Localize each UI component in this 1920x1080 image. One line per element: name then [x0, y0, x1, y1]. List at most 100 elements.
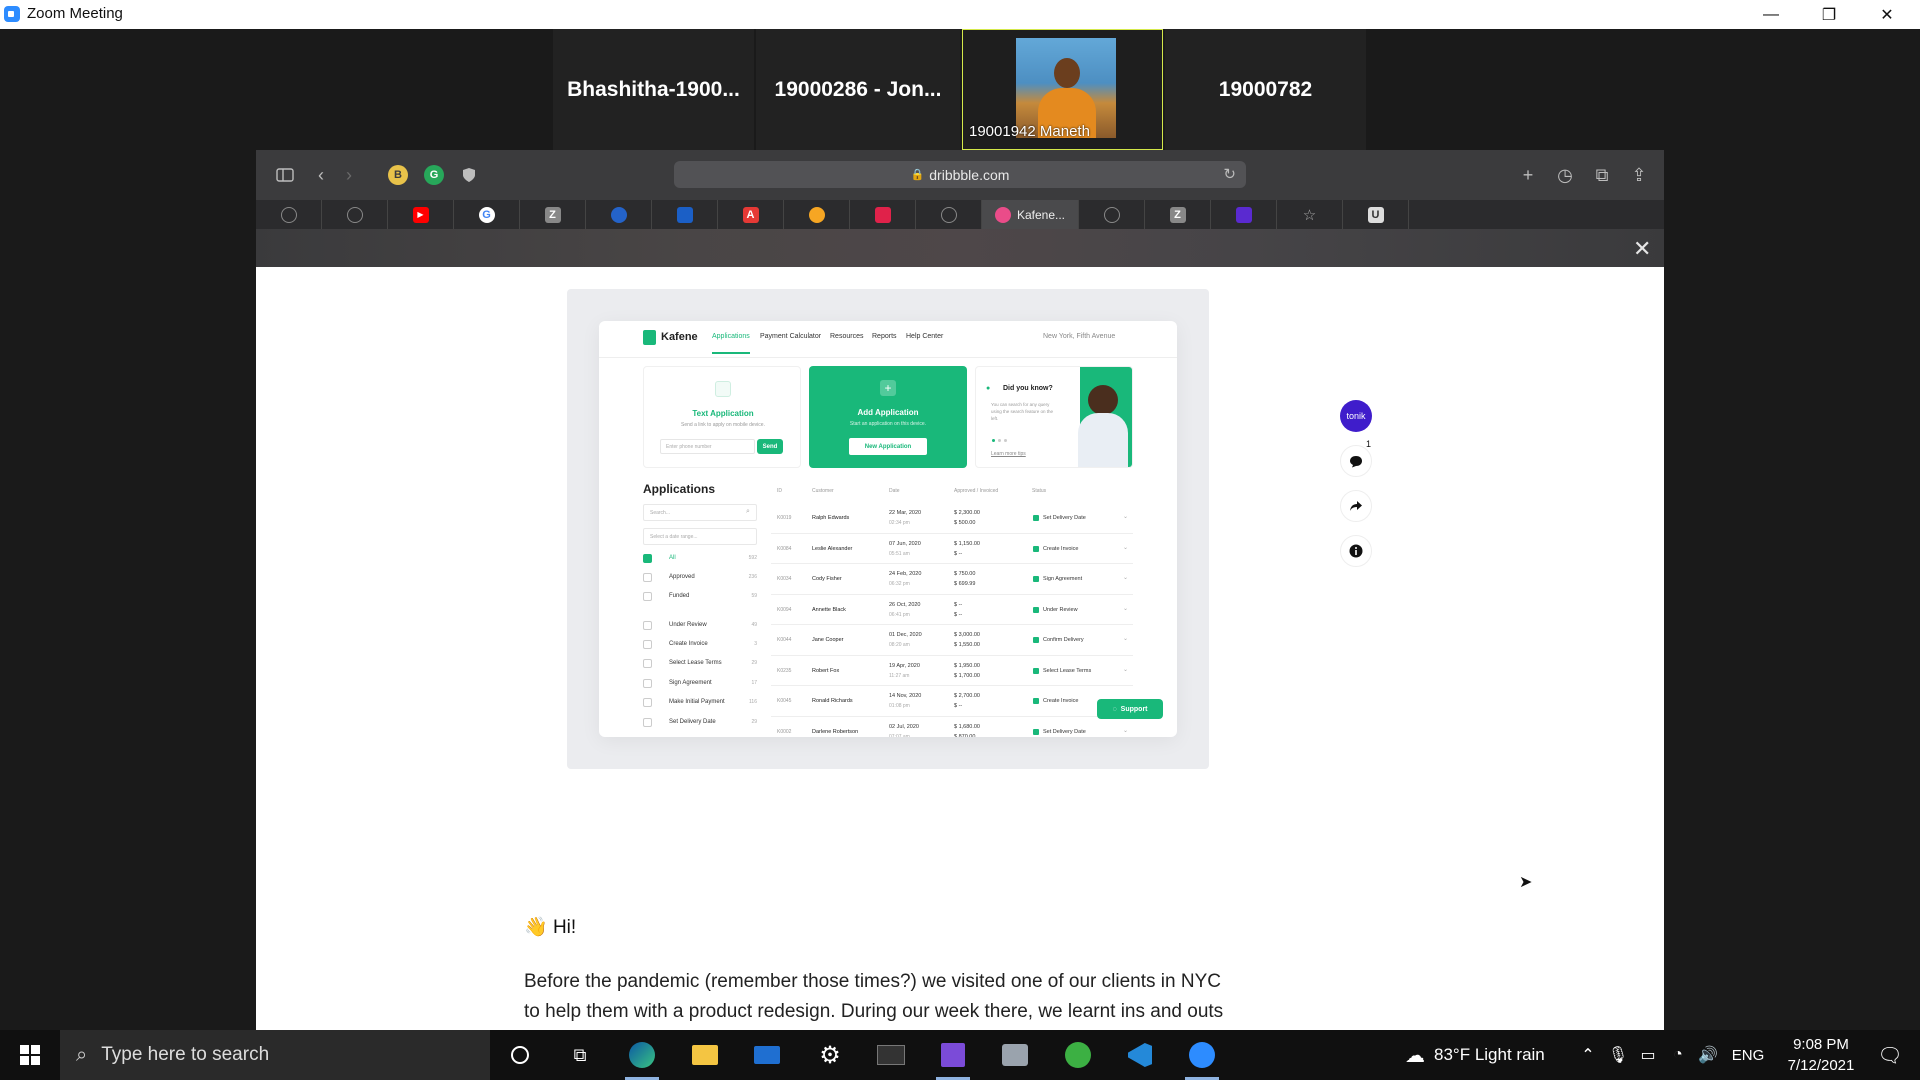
chevron-down-icon[interactable]: ⌄ — [1123, 513, 1128, 520]
volume-icon[interactable]: 🔊 — [1696, 1030, 1720, 1080]
shield-extension-icon[interactable] — [458, 164, 480, 186]
browser-tab[interactable]: Z — [1145, 200, 1211, 229]
filter-checkbox[interactable] — [643, 592, 652, 601]
file-explorer-icon[interactable] — [680, 1030, 730, 1080]
filter-item[interactable]: Set Delivery Date 29 — [643, 717, 757, 729]
weather-text[interactable]: 83°F Light rain — [1434, 1030, 1564, 1080]
battery-icon[interactable]: ▭ — [1636, 1030, 1660, 1080]
carousel-dot[interactable] — [1004, 439, 1007, 442]
participant-tile-active-speaker[interactable]: 19001942 Maneth — [962, 29, 1163, 150]
browser-tab-active[interactable]: Kafene... — [982, 200, 1079, 229]
wifi-icon[interactable]: ◔ — [1666, 1030, 1690, 1080]
table-row[interactable]: K0044 Jane Cooper 01 Dec, 2020 08:20 am $ 3,… — [771, 625, 1133, 656]
table-row[interactable]: K0235 Robert Fox 19 Apr, 2020 11:27 am $ 1,9… — [771, 656, 1133, 686]
designer-avatar[interactable]: tonik — [1340, 400, 1372, 432]
terminal-icon[interactable] — [866, 1030, 916, 1080]
browser-tab[interactable] — [652, 200, 718, 229]
start-button[interactable] — [5, 1030, 55, 1080]
browser-tab[interactable]: G — [454, 200, 520, 229]
filter-checkbox[interactable] — [643, 554, 652, 563]
filter-checkbox[interactable] — [643, 718, 652, 727]
filter-item[interactable]: Funded 59 — [643, 591, 757, 603]
browser-tab[interactable] — [256, 200, 322, 229]
mail-icon[interactable] — [742, 1030, 792, 1080]
cortana-icon[interactable] — [495, 1030, 545, 1080]
table-row[interactable]: K0045 Ronald Richards 14 Nov, 2020 01:08 pm… — [771, 686, 1133, 717]
table-row[interactable]: K0034 Cody Fisher 24 Feb, 2020 06:32 pm $ 75… — [771, 564, 1133, 595]
browser-tab[interactable] — [1079, 200, 1145, 229]
filter-item[interactable]: Create Invoice 3 — [643, 639, 757, 651]
microphone-icon[interactable]: 🎙 — [1606, 1030, 1630, 1080]
column-header[interactable]: Date — [889, 488, 900, 494]
chevron-down-icon[interactable]: ⌄ — [1123, 574, 1128, 581]
table-row[interactable]: K0019 Ralph Edwards 22 Mar, 2020 02:34 pm $ … — [771, 503, 1133, 534]
carousel-dot[interactable] — [992, 439, 995, 442]
filter-item[interactable]: Make Initial Payment 116 — [643, 697, 757, 709]
participant-tile[interactable]: 19000286 - Jon... — [756, 29, 960, 150]
notification-center-icon[interactable]: 🗨 — [1870, 1030, 1910, 1080]
task-view-icon[interactable]: ⧉ — [555, 1030, 605, 1080]
column-header[interactable]: ID — [777, 488, 782, 494]
send-button[interactable]: Send — [757, 439, 783, 454]
filter-checkbox[interactable] — [643, 679, 652, 688]
new-application-button[interactable]: New Application — [849, 438, 927, 455]
filter-checkbox[interactable] — [643, 659, 652, 668]
chevron-down-icon[interactable]: ⌄ — [1123, 635, 1128, 642]
browser-tab[interactable]: ☆ — [1277, 200, 1343, 229]
chevron-down-icon[interactable]: ⌄ — [1123, 666, 1128, 673]
browser-tab[interactable] — [916, 200, 982, 229]
zoom-taskbar-icon[interactable] — [1177, 1030, 1227, 1080]
phone-number-input[interactable]: Enter phone number — [660, 439, 755, 454]
participant-tile[interactable]: Bhashitha-1900... — [553, 29, 754, 150]
table-row[interactable]: K0094 Annette Black 26 Oct, 2020 06:41 pm $ … — [771, 595, 1133, 625]
close-button[interactable]: ✕ — [1858, 0, 1916, 29]
filter-item[interactable]: Under Review 49 — [643, 620, 757, 632]
filter-checkbox[interactable] — [643, 573, 652, 582]
column-header[interactable]: Customer — [812, 488, 834, 494]
extension-icon[interactable]: B — [388, 165, 408, 185]
chevron-down-icon[interactable]: ⌄ — [1123, 727, 1128, 734]
support-button[interactable]: ◌ Support — [1097, 699, 1163, 719]
forward-icon[interactable]: › — [338, 164, 360, 186]
filter-item[interactable]: All 592 — [643, 553, 757, 565]
browser-tab[interactable] — [784, 200, 850, 229]
sidebar-toggle-icon[interactable] — [274, 164, 296, 186]
new-tab-icon[interactable]: + — [1517, 164, 1539, 186]
date-range-input[interactable]: Select a date range... — [643, 528, 757, 545]
browser-tab[interactable] — [850, 200, 916, 229]
column-header[interactable]: Status — [1032, 488, 1046, 494]
share-icon[interactable]: ⇪ — [1628, 164, 1650, 186]
table-row[interactable]: K0002 Darlene Robertson 02 Jul, 2020 07:07 … — [771, 717, 1133, 738]
vscode-icon[interactable] — [1115, 1030, 1165, 1080]
learn-more-link[interactable]: Learn more tips — [991, 451, 1026, 457]
utorrent-icon[interactable] — [1053, 1030, 1103, 1080]
taskbar-search-box[interactable]: ⌕ Type here to search — [60, 1030, 490, 1080]
clock-date[interactable]: 7/12/2021 — [1776, 1057, 1866, 1074]
browser-tab[interactable]: Z — [520, 200, 586, 229]
column-header[interactable]: Approved / Invoiced — [954, 488, 998, 494]
filter-item[interactable]: Select Lease Terms 29 — [643, 658, 757, 670]
tab-overview-icon[interactable]: ⧉ — [1591, 164, 1613, 186]
table-row[interactable]: K0084 Leslie Alexander 07 Jun, 2020 05:51 a… — [771, 534, 1133, 564]
app-icon[interactable] — [990, 1030, 1040, 1080]
browser-tab[interactable]: U — [1343, 200, 1409, 229]
browser-tab[interactable]: ▶ — [388, 200, 454, 229]
filter-checkbox[interactable] — [643, 640, 652, 649]
chevron-down-icon[interactable]: ⌄ — [1123, 544, 1128, 551]
browser-tab[interactable]: A — [718, 200, 784, 229]
filter-checkbox[interactable] — [643, 698, 652, 707]
browser-tab[interactable] — [322, 200, 388, 229]
filter-item[interactable]: Approved 236 — [643, 572, 757, 584]
language-indicator[interactable]: ENG — [1730, 1030, 1766, 1080]
minimize-button[interactable]: — — [1742, 0, 1800, 29]
visual-studio-icon[interactable] — [928, 1030, 978, 1080]
address-bar[interactable]: 🔒 dribbble.com ↻ — [674, 161, 1246, 188]
back-icon[interactable]: ‹ — [310, 164, 332, 186]
participant-tile[interactable]: 19000782 — [1165, 29, 1366, 150]
comments-button[interactable]: 1 — [1340, 439, 1372, 477]
reload-icon[interactable]: ↻ — [1223, 165, 1236, 183]
search-input[interactable]: Search... ⌕ — [643, 504, 757, 521]
restore-button[interactable]: ❐ — [1800, 0, 1858, 29]
edge-icon[interactable] — [617, 1030, 667, 1080]
chevron-down-icon[interactable]: ⌄ — [1123, 605, 1128, 612]
